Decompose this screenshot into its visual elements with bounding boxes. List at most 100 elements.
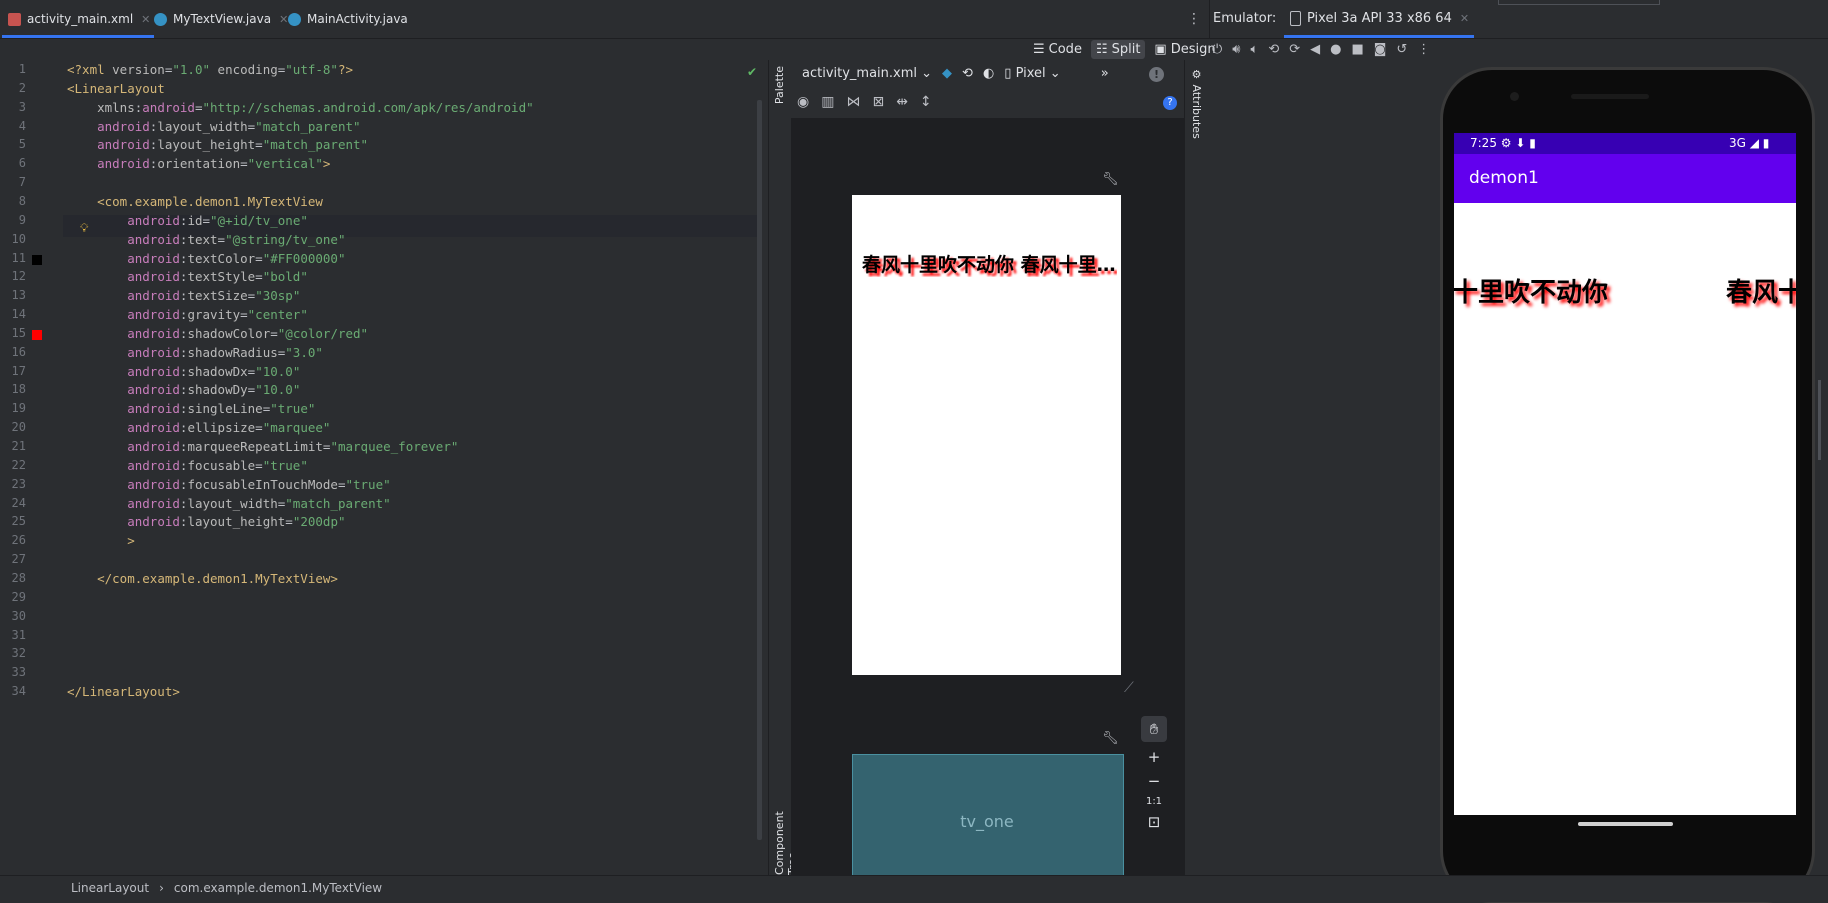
theme-icon[interactable]: ◐ [983,66,994,81]
code-line[interactable]: android:textSize="30sp" [67,288,300,303]
rotate-left-icon[interactable]: ⟲ [1268,42,1279,57]
power-icon[interactable]: ⏻ [1212,42,1222,57]
zoom-fit-icon[interactable]: ⊡ [1148,813,1161,831]
back-icon[interactable]: ◀ [1310,42,1320,57]
color-swatch-icon[interactable] [32,254,42,265]
code-line[interactable]: android:layout_height="match_parent" [67,137,368,152]
code-line[interactable]: xmlns:android="http://schemas.android.co… [67,100,534,115]
code-line[interactable]: android:layout_width="match_parent" [67,495,390,511]
code-line[interactable]: android:focusableInTouchMode="true" [67,477,390,492]
close-tab-icon[interactable]: ✕ [141,13,150,26]
code-line[interactable]: android:textColor="#FF000000" [67,251,345,266]
no-errors-check-icon[interactable]: ✔ [747,65,757,79]
code-line[interactable]: </com.example.demon1.MyTextView> [67,571,338,586]
blueprint-icon[interactable]: ▥ [821,94,834,110]
code-line[interactable]: android:gravity="center" [67,307,308,322]
component-label: tv_one [960,812,1014,831]
code-token: focusable [187,457,256,473]
code-view-button[interactable]: ☰ Code [1028,40,1087,59]
line-number: 12 [11,269,26,284]
split-view-button[interactable]: ☷ Split [1090,39,1146,59]
code-line[interactable]: <?xml version="1.0" encoding="utf-8"?> [67,62,353,77]
eye-icon[interactable]: ◉ [797,94,809,110]
code-token: <?xml [67,62,113,77]
code-line[interactable]: </LinearLayout> [67,684,180,699]
info-icon[interactable]: ! [1149,67,1164,82]
palette-tab[interactable]: Palette [773,66,786,104]
expand-icon[interactable]: » [1101,66,1109,81]
code-token: layout_width [187,495,278,511]
emulator-scrollbar[interactable] [1818,380,1821,460]
align-vertical-icon[interactable]: ↕ [920,94,932,110]
code-token: "@color/red" [277,325,369,341]
line-number: 9 [18,212,26,227]
code-line[interactable]: android:focusable="true" [67,458,308,473]
line-number: 34 [11,684,26,699]
line-number: 22 [11,457,26,472]
autoconnect-icon[interactable]: ⋈ [846,94,860,110]
volume-down-icon[interactable]: 🔈︎ [1251,42,1259,57]
phone-screen[interactable] [1454,133,1796,815]
code-line[interactable]: android:orientation="vertical"> [67,156,330,171]
close-tab-icon[interactable]: ✕ [279,13,288,26]
code-line[interactable]: android:singleLine="true" [67,401,315,416]
zoom-out-icon[interactable]: − [1148,772,1161,790]
code-line[interactable]: <LinearLayout [67,81,165,96]
breadcrumb-item[interactable]: LinearLayout [71,881,149,895]
volume-up-icon[interactable]: 🔊︎ [1232,42,1240,57]
wrench-icon[interactable]: 🔧︎ [1102,731,1119,746]
more-icon[interactable]: ⋮ [1417,42,1430,57]
code-line[interactable]: android:layout_height="200dp" [67,514,345,529]
rotate-right-icon[interactable]: ⟳ [1289,42,1300,57]
attributes-tab[interactable]: ⚙ Attributes [1190,68,1203,139]
code-line[interactable]: android:shadowRadius="3.0" [67,345,323,360]
snapshot-icon[interactable]: ↺ [1396,42,1407,57]
code-line[interactable]: android:shadowColor="@color/red" [67,326,368,341]
file-dropdown[interactable]: activity_main.xml ⌄ [802,66,932,81]
code-line[interactable]: android:ellipsize="marquee" [67,420,330,435]
layers-icon[interactable]: ◆ [942,66,952,81]
help-icon[interactable]: ? [1163,96,1177,110]
tab-mainactivity-java[interactable]: MainActivity.java [288,0,408,38]
code-line[interactable]: android:marqueeRepeatLimit="marquee_fore… [67,439,458,454]
close-tab-icon[interactable]: ✕ [1460,12,1469,25]
color-swatch-icon[interactable] [32,329,42,340]
wrench-icon[interactable]: 🔧︎ [1102,172,1119,187]
home-icon[interactable]: ● [1330,42,1341,57]
clear-constraints-icon[interactable]: ⊠ [872,94,884,110]
code-line[interactable]: android:layout_width="match_parent" [67,119,360,134]
code-token: = [255,137,263,153]
device-dropdown[interactable]: ▯ Pixel ⌄ [1004,66,1060,81]
zoom-in-icon[interactable]: + [1148,748,1161,766]
camera-icon[interactable]: ◙ [1374,42,1387,57]
lightbulb-icon[interactable]: 💡︎ [80,221,92,235]
resize-handle-icon[interactable]: ⟋ [1124,680,1134,696]
marquee-textview[interactable]: 十里吹不动你 春风十 [1454,272,1796,312]
code-line[interactable]: android:shadowDx="10.0" [67,364,300,379]
more-options-icon[interactable]: ⋮ [1187,11,1201,27]
code-line[interactable]: > [67,533,135,548]
zoom-actual-button[interactable]: 1:1 [1146,796,1162,807]
split-label: Split [1111,41,1141,57]
gesture-nav-pill[interactable] [1578,822,1673,826]
tab-mytextview-java[interactable]: MyTextView.java ✕ [154,0,288,38]
code-line[interactable]: android:shadowDy="10.0" [67,382,300,397]
align-horizontal-icon[interactable]: ⇹ [896,94,908,110]
tab-activity-main-xml[interactable]: activity_main.xml ✕ [1,0,155,38]
overview-icon[interactable]: ■ [1351,42,1363,57]
breadcrumb-item[interactable]: com.example.demon1.MyTextView [174,881,382,895]
time-text: 7:25 [1470,136,1497,150]
code-token: android [127,420,180,436]
code-token: layout_height [157,137,256,153]
code-line[interactable]: android:textStyle="bold" [67,269,308,284]
code-line[interactable]: android:id="@+id/tv_one" [67,213,308,228]
code-line[interactable]: <com.example.demon1.MyTextView [67,194,323,209]
pan-hand-icon[interactable]: ✋︎ [1141,716,1167,742]
editor-scrollbar[interactable] [757,100,762,840]
orientation-icon[interactable]: ⟲ [962,66,973,81]
design-view-button[interactable]: ▣ Design [1149,40,1220,59]
code-line[interactable]: android:text="@string/tv_one" [67,232,345,247]
emulator-device-tab[interactable]: Pixel 3a API 33 x86 64 ✕ [1290,11,1469,26]
